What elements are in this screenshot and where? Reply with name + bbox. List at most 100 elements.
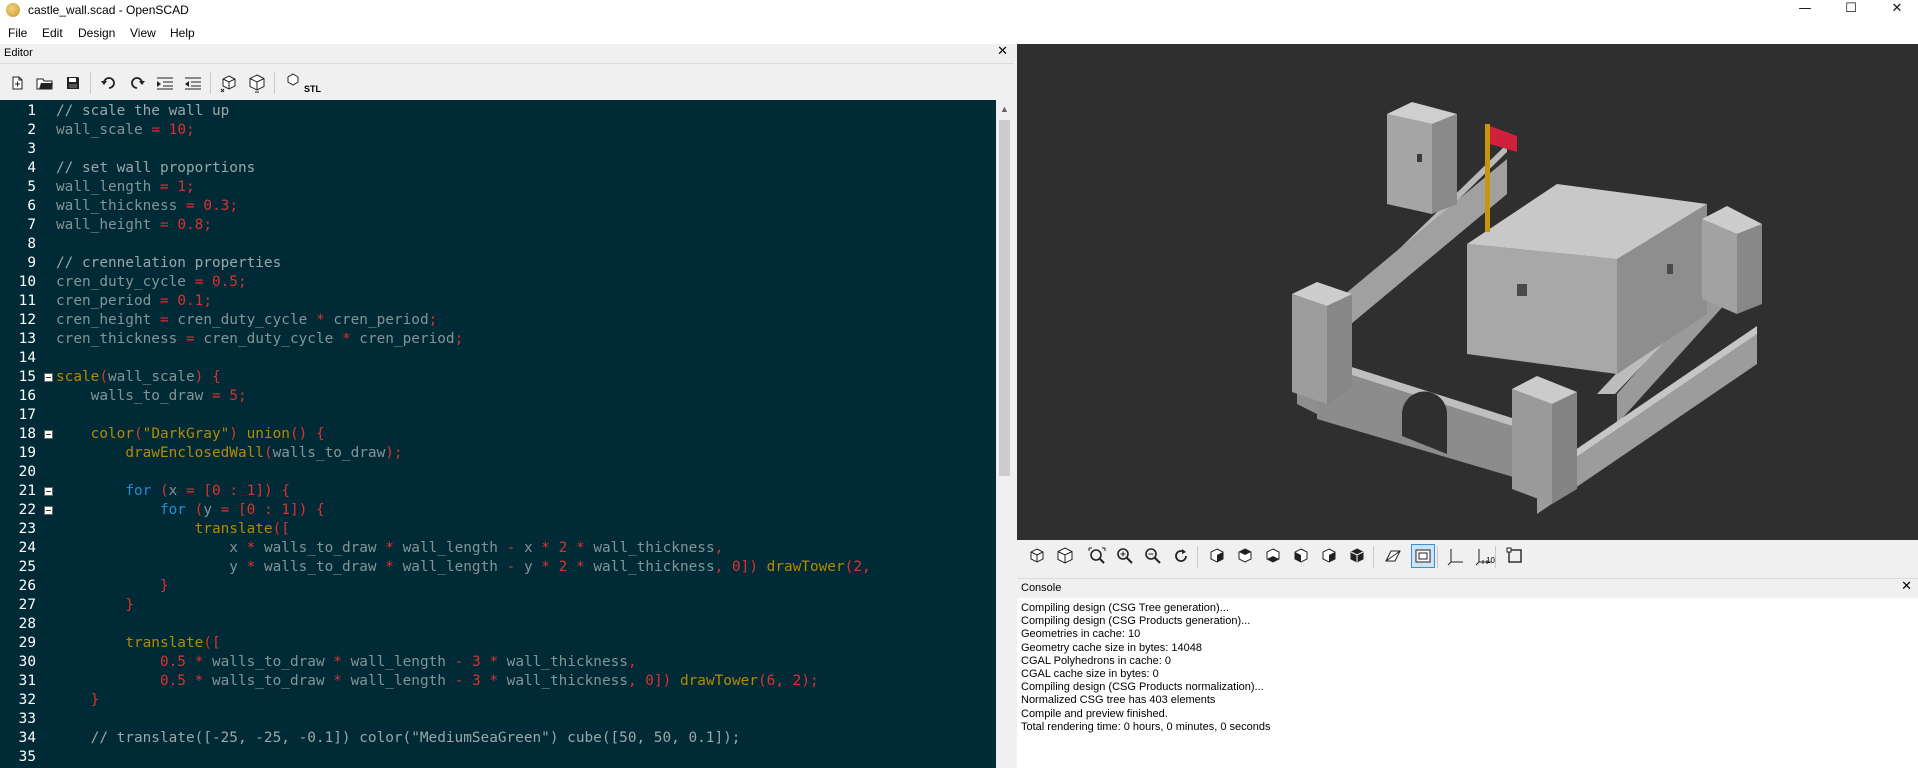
code-line[interactable]: 10 cren_duty_cycle = 0.5;: [0, 273, 996, 292]
show-scale-markers-icon[interactable]: 10: [1473, 544, 1497, 568]
code-line[interactable]: 9 // crennelation properties: [0, 254, 996, 273]
code-line[interactable]: 12 cren_height = cren_duty_cycle * cren_p…: [0, 311, 996, 330]
new-file-icon[interactable]: [6, 72, 28, 94]
show-edges-icon[interactable]: [1503, 544, 1527, 568]
redo-icon[interactable]: [126, 72, 148, 94]
code-text: for (x = [0 : 1]) {: [125, 483, 291, 499]
close-window-button[interactable]: ✕: [1874, 0, 1918, 22]
editor-close-button[interactable]: ✕: [997, 44, 1008, 59]
unindent-icon[interactable]: [182, 72, 204, 94]
code-line[interactable]: 28: [0, 615, 996, 634]
code-line[interactable]: 32 }: [0, 691, 996, 710]
3d-viewport[interactable]: [1017, 44, 1918, 540]
code-line[interactable]: 24 x * walls_to_draw * wall_length - x *…: [0, 539, 996, 558]
code-line[interactable]: 8: [0, 235, 996, 254]
menu-edit[interactable]: Edit: [42, 26, 63, 40]
line-number: 8: [27, 236, 36, 252]
menu-design[interactable]: Design: [78, 26, 115, 40]
code-line[interactable]: 26 }: [0, 577, 996, 596]
code-line[interactable]: 4 // set wall proportions: [0, 159, 996, 178]
export-stl-icon[interactable]: [282, 72, 304, 94]
code-text: wall_scale = 10;: [56, 122, 195, 138]
menu-view[interactable]: View: [130, 26, 156, 40]
view-bottom-icon[interactable]: [1261, 544, 1285, 568]
code-line[interactable]: 33: [0, 710, 996, 729]
line-number: 15: [18, 369, 36, 385]
menu-help[interactable]: Help: [170, 26, 195, 40]
view-toolbar: 10: [1017, 540, 1918, 572]
fold-collapse-icon[interactable]: [44, 487, 53, 496]
code-line[interactable]: 16 walls_to_draw = 5;: [0, 387, 996, 406]
view-front-icon[interactable]: [1317, 544, 1341, 568]
line-number: 11: [18, 293, 36, 309]
view-left-icon[interactable]: [1289, 544, 1313, 568]
code-line[interactable]: 7 wall_height = 0.8;: [0, 216, 996, 235]
line-number: 13: [18, 331, 36, 347]
console-close-button[interactable]: ✕: [1901, 579, 1912, 594]
render-icon[interactable]: [1053, 544, 1077, 568]
code-line[interactable]: 25 y * walls_to_draw * wall_length - y *…: [0, 558, 996, 577]
view-right-icon[interactable]: [1205, 544, 1229, 568]
orthogonal-icon[interactable]: [1411, 544, 1435, 568]
scroll-up-arrow-icon[interactable]: ▲: [1000, 104, 1009, 114]
zoom-out-icon[interactable]: [1141, 544, 1165, 568]
line-number: 30: [18, 654, 36, 670]
save-icon[interactable]: [62, 72, 84, 94]
perspective-icon[interactable]: [1381, 544, 1405, 568]
console-line: Compiling design (CSG Products normaliza…: [1021, 681, 1264, 694]
console-output[interactable]: Compiling design (CSG Tree generation)..…: [1017, 598, 1918, 768]
line-number: 1: [27, 103, 36, 119]
window-title: castle_wall.scad - OpenSCAD: [28, 3, 189, 17]
reset-view-icon[interactable]: [1169, 544, 1193, 568]
code-line[interactable]: 34 // translate([-25, -25, -0.1]) color(…: [0, 729, 996, 748]
maximize-button[interactable]: ☐: [1828, 0, 1874, 22]
console-line: CGAL Polyhedrons in cache: 0: [1021, 654, 1172, 667]
code-line[interactable]: 27 }: [0, 596, 996, 615]
code-line[interactable]: 19 drawEnclosedWall(walls_to_draw);: [0, 444, 996, 463]
indent-icon[interactable]: [154, 72, 176, 94]
line-number: 12: [18, 312, 36, 328]
line-number: 34: [18, 730, 36, 746]
view-back-icon[interactable]: [1345, 544, 1369, 568]
fold-collapse-icon[interactable]: [44, 430, 53, 439]
undo-icon[interactable]: [98, 72, 120, 94]
code-line[interactable]: 35: [0, 748, 996, 767]
fold-collapse-icon[interactable]: [44, 373, 53, 382]
code-line[interactable]: 17: [0, 406, 996, 425]
zoom-in-icon[interactable]: [1113, 544, 1137, 568]
preview-icon[interactable]: [1025, 544, 1049, 568]
code-line[interactable]: 2 wall_scale = 10;: [0, 121, 996, 140]
code-line[interactable]: 23 translate([: [0, 520, 996, 539]
code-line[interactable]: 20: [0, 463, 996, 482]
code-line[interactable]: 3: [0, 140, 996, 159]
scrollbar-thumb[interactable]: [999, 120, 1010, 476]
code-line[interactable]: 29 translate([: [0, 634, 996, 653]
editor-vertical-scrollbar[interactable]: ▲: [996, 100, 1013, 768]
preview-icon[interactable]: [218, 72, 240, 94]
code-line[interactable]: 11 cren_period = 0.1;: [0, 292, 996, 311]
view-top-icon[interactable]: [1233, 544, 1257, 568]
fold-collapse-icon[interactable]: [44, 506, 53, 515]
console-line: Normalized CSG tree has 403 elements: [1021, 694, 1216, 707]
code-line[interactable]: 15 scale(wall_scale) {: [0, 368, 996, 387]
code-line[interactable]: 31 0.5 * walls_to_draw * wall_length - 3…: [0, 672, 996, 691]
menu-file[interactable]: File: [8, 26, 27, 40]
code-line[interactable]: 18 color("DarkGray") union() {: [0, 425, 996, 444]
code-line[interactable]: 5 wall_length = 1;: [0, 178, 996, 197]
code-line[interactable]: 21 for (x = [0 : 1]) {: [0, 482, 996, 501]
render-icon[interactable]: [246, 72, 268, 94]
code-line[interactable]: 22 for (y = [0 : 1]) {: [0, 501, 996, 520]
line-number: 35: [18, 749, 36, 765]
open-file-icon[interactable]: [34, 72, 56, 94]
code-line[interactable]: 13 cren_thickness = cren_duty_cycle * cre…: [0, 330, 996, 349]
minimize-button[interactable]: —: [1782, 0, 1828, 22]
code-line[interactable]: 30 0.5 * walls_to_draw * wall_length - 3…: [0, 653, 996, 672]
code-editor[interactable]: 1// scale the wall up 2 wall_scale = 10; 3 4…: [0, 100, 996, 768]
code-line[interactable]: 1 // scale the wall up: [0, 102, 996, 121]
code-text: for (y = [0 : 1]) {: [159, 502, 325, 518]
code-line[interactable]: 14: [0, 349, 996, 368]
line-number: 2: [27, 122, 36, 138]
code-line[interactable]: 6 wall_thickness = 0.3;: [0, 197, 996, 216]
show-axes-icon[interactable]: [1445, 544, 1469, 568]
view-all-icon[interactable]: [1085, 544, 1109, 568]
